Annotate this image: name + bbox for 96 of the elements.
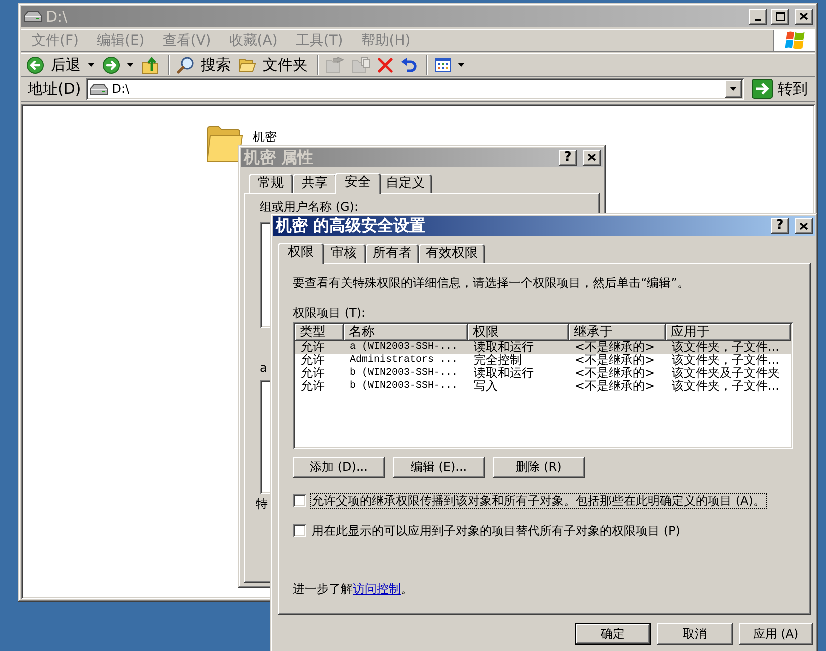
dropdown-button[interactable] bbox=[725, 80, 742, 98]
column-header[interactable]: 类型 bbox=[295, 324, 344, 341]
cross-icon bbox=[378, 58, 393, 72]
go-button[interactable]: 转到 bbox=[749, 78, 811, 100]
table-cell-text: 该文件夹，子文件... bbox=[671, 354, 780, 367]
help-link[interactable]: 访问控制 bbox=[353, 582, 401, 596]
column-header[interactable]: 应用于 bbox=[666, 324, 791, 341]
close-icon bbox=[800, 222, 808, 230]
address-field[interactable]: D:\ bbox=[86, 78, 744, 100]
search-button[interactable]: 搜索 bbox=[174, 54, 234, 76]
table-cell-text: 读取和运行 bbox=[473, 367, 535, 380]
special-label: 特 bbox=[256, 498, 268, 511]
right-arrow-circle-icon bbox=[103, 56, 120, 74]
list-row[interactable]: 允许 a (WIN2003-SSH-... 读取和运行 <不是继承的> 该文件夹，子文件... bbox=[295, 341, 791, 354]
table-cell-text: 允许 bbox=[300, 354, 326, 367]
list-label: 权限项目 (T): bbox=[293, 306, 366, 320]
search-icon bbox=[177, 56, 194, 74]
folder-up-arrow-icon bbox=[142, 56, 159, 74]
curved-arrow-icon bbox=[401, 58, 417, 72]
help-button[interactable]: ? bbox=[771, 218, 789, 234]
folder-icon[interactable] bbox=[207, 124, 243, 162]
maximize-button[interactable] bbox=[771, 8, 789, 24]
back-button[interactable]: 后退 bbox=[24, 54, 98, 76]
table-cell-text: 允许 bbox=[300, 341, 326, 354]
edit-button[interactable]: 编辑 (E)... bbox=[393, 457, 485, 478]
list-row[interactable]: 允许 b (WIN2003-SSH-... 读取和运行 <不是继承的> 该文件夹及子文件夹 bbox=[295, 367, 791, 380]
minimize-button[interactable] bbox=[749, 8, 767, 24]
table-cell-text: 允许 bbox=[300, 380, 326, 393]
table-cell-text: Administrators ... bbox=[349, 354, 460, 367]
close-button[interactable] bbox=[583, 150, 601, 166]
close-button[interactable] bbox=[795, 8, 813, 24]
close-icon bbox=[800, 13, 808, 20]
table-cell-text: 完全控制 bbox=[473, 354, 523, 367]
table-cell-text: b (WIN2003-SSH-... bbox=[349, 367, 460, 380]
checkbox[interactable] bbox=[293, 494, 306, 507]
table-cell-text: 该文件夹，子文件... bbox=[671, 380, 780, 393]
view-grid-icon bbox=[435, 58, 451, 72]
folder-arrow-icon bbox=[326, 57, 344, 73]
folder-icon bbox=[239, 58, 256, 72]
caret-icon bbox=[730, 87, 737, 91]
folders-button[interactable]: 文件夹 bbox=[236, 54, 311, 76]
tab[interactable]: 有效权限 bbox=[419, 244, 485, 263]
window-title: 机密 属性 bbox=[244, 148, 314, 166]
tab[interactable]: 自定义 bbox=[379, 174, 432, 193]
folder-pages-icon bbox=[352, 57, 370, 73]
tab[interactable]: 所有者 bbox=[366, 244, 419, 263]
caret-icon bbox=[127, 63, 134, 67]
column-header[interactable]: 权限 bbox=[468, 324, 569, 341]
column-header[interactable]: 名称 bbox=[344, 324, 468, 341]
table-cell-text: 读取和运行 bbox=[473, 341, 535, 354]
table-cell-text: 该文件夹及子文件夹 bbox=[671, 367, 781, 380]
forward-button[interactable] bbox=[100, 54, 137, 76]
window-title: 机密 的高级安全设置 bbox=[276, 217, 426, 235]
close-button[interactable] bbox=[795, 218, 813, 234]
table-cell-text: b (WIN2003-SSH-... bbox=[349, 380, 460, 393]
cancel-button[interactable]: 取消 bbox=[657, 623, 733, 645]
table-cell-text: 写入 bbox=[473, 380, 499, 393]
flag-logo-icon bbox=[784, 31, 804, 50]
tab[interactable]: 审核 bbox=[322, 244, 366, 263]
table-cell-text: <不是继承的> bbox=[574, 380, 656, 393]
maximize-icon bbox=[776, 12, 784, 21]
tab[interactable]: 常规 bbox=[249, 174, 293, 193]
tab[interactable]: 安全 bbox=[335, 173, 381, 194]
group-label: 组或用户名称 (G): bbox=[260, 201, 359, 214]
table-cell-text: 该文件夹，子文件... bbox=[671, 341, 780, 354]
table-cell-text: <不是继承的> bbox=[574, 367, 656, 380]
checkbox[interactable] bbox=[293, 524, 306, 537]
checkbox-label[interactable]: 允许父项的继承权限传播到该对象和所有子对象。包括那些在此明确定义的项目 (A)。 bbox=[311, 494, 766, 508]
help-button[interactable]: ? bbox=[559, 150, 577, 166]
checkbox-label[interactable]: 用在此显示的可以应用到子对象的项目替代所有子对象的权限项目 (P) bbox=[311, 524, 682, 538]
table-cell-text: a (WIN2003-SSH-... bbox=[349, 341, 460, 354]
apply-button[interactable]: 应用 (A) bbox=[739, 623, 813, 645]
list-row[interactable]: 允许 Administrators ... 完全控制 <不是继承的> 该文件夹，子文件... bbox=[295, 354, 791, 367]
intro-text: 要查看有关特殊权限的详细信息，请选择一个权限项目，然后单击“编辑”。 bbox=[293, 276, 690, 290]
folder-name[interactable]: 机密 bbox=[253, 131, 277, 143]
table-cell-text: <不是继承的> bbox=[574, 341, 656, 354]
permissions-label: a bbox=[260, 362, 268, 375]
close-icon bbox=[588, 154, 596, 161]
remove-button[interactable]: 删除 (R) bbox=[493, 457, 585, 478]
ok-button[interactable]: 确定 bbox=[575, 623, 651, 645]
address-label: 地址(D) bbox=[28, 80, 82, 98]
minimize-icon bbox=[755, 18, 761, 20]
list-row[interactable]: 允许 b (WIN2003-SSH-... 写入 <不是继承的> 该文件夹，子文件... bbox=[295, 380, 791, 393]
learn-more-text: 进一步了解访问控制。 bbox=[293, 582, 413, 596]
table-cell-text: <不是继承的> bbox=[574, 354, 656, 367]
caret-icon bbox=[458, 63, 465, 67]
caret-icon bbox=[88, 63, 95, 67]
drive-icon bbox=[90, 84, 108, 94]
table-cell-text: 允许 bbox=[300, 367, 326, 380]
tab[interactable]: 共享 bbox=[293, 174, 337, 193]
drive-icon bbox=[24, 11, 42, 22]
column-header[interactable]: 继承于 bbox=[569, 324, 666, 341]
window-title: D:\ bbox=[46, 8, 68, 26]
add-button[interactable]: 添加 (D)... bbox=[293, 457, 385, 478]
left-arrow-circle-icon bbox=[27, 56, 44, 74]
tab[interactable]: 权限 bbox=[278, 243, 324, 264]
